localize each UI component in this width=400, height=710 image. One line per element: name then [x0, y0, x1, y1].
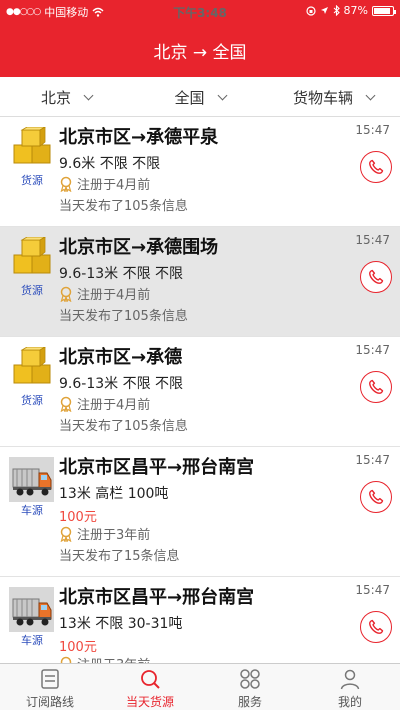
filter-bar: 北京 全国 货物车辆: [0, 77, 400, 117]
listing-row[interactable]: 货源 北京市区→承德 9.6-13米 不限 不限 注册于4月前 当天发布了105…: [0, 337, 400, 447]
truck-icon: [9, 587, 54, 632]
app-screen: ●●○○○ 中国移动 下午3:48 87% 北京 → 全国 北京 全国 货物车辆…: [0, 0, 400, 710]
route-list-icon: [38, 667, 62, 691]
listing-row[interactable]: 货源 北京市区→承德围场 9.6-13米 不限 不限 注册于4月前 当天发布了1…: [0, 227, 400, 337]
listing-registration: 注册于3年前: [59, 524, 150, 543]
listing-publish-count: 当天发布了105条信息: [59, 199, 188, 214]
registration-text: 注册于4月前: [77, 288, 151, 303]
chevron-down-icon: [83, 90, 94, 100]
listing-spec: 9.6-13米 不限 不限: [59, 376, 184, 392]
cargo-box-icon: [9, 126, 54, 172]
listing-time: 15:47: [355, 233, 390, 247]
listing-route: 北京市区→承德: [59, 347, 183, 368]
listing-spec: 9.6-13米 不限 不限: [59, 266, 184, 282]
listing-publish-count: 当天发布了105条信息: [59, 309, 188, 324]
listing-spec: 13米 不限 30-31吨: [59, 616, 183, 632]
listing-price: 100元: [59, 640, 97, 655]
registration-text: 注册于3年前: [77, 528, 151, 543]
listing-list[interactable]: 货源 北京市区→承德平泉 9.6米 不限 不限 注册于4月前 当天发布了105条…: [0, 117, 400, 663]
chevron-down-icon: [365, 90, 376, 100]
tab-services[interactable]: 服务: [200, 664, 300, 710]
ribbon-badge-icon: [60, 176, 72, 192]
cargo-box-icon: [9, 236, 54, 282]
listing-type-tag: 货源: [21, 394, 43, 407]
tab-subscribed-routes[interactable]: 订阅路线: [0, 664, 100, 710]
listing-publish-count: 当天发布了105条信息: [59, 419, 188, 434]
battery-percent: 87%: [343, 4, 368, 17]
user-icon: [338, 667, 362, 691]
listing-time: 15:47: [355, 123, 390, 137]
phone-icon: [369, 489, 384, 504]
cargo-box-icon: [9, 346, 54, 392]
call-button[interactable]: [360, 611, 392, 643]
tab-label: 订阅路线: [25, 695, 74, 709]
listing-registration: 注册于4月前: [59, 174, 150, 193]
call-button[interactable]: [360, 151, 392, 183]
listing-price: 100元: [59, 510, 97, 525]
call-button[interactable]: [360, 481, 392, 513]
listing-time: 15:47: [355, 343, 390, 357]
listing-type-tag: 货源: [21, 174, 43, 187]
listing-row[interactable]: 货源 北京市区→承德平泉 9.6米 不限 不限 注册于4月前 当天发布了105条…: [0, 117, 400, 227]
listing-route: 北京市区昌平→邢台南宫: [59, 587, 255, 608]
phone-icon: [369, 159, 384, 174]
page-title: 北京 → 全国: [153, 43, 247, 63]
service-grid-icon: [238, 667, 262, 691]
tab-bar: 订阅路线 当天货源 服务 我的: [0, 663, 400, 710]
registration-text: 注册于4月前: [77, 398, 151, 413]
search-icon: [138, 667, 162, 691]
listing-spec: 13米 高栏 100吨: [59, 486, 169, 502]
listing-spec: 9.6米 不限 不限: [59, 156, 161, 172]
listing-type-tag: 货源: [21, 284, 43, 297]
chevron-down-icon: [217, 90, 227, 100]
ribbon-badge-icon: [60, 526, 72, 542]
filter-type-label: 货物车辆: [292, 88, 353, 107]
truck-icon: [9, 457, 54, 502]
filter-destination-dropdown[interactable]: 全国: [133, 77, 267, 117]
listing-publish-count: 当天发布了15条信息: [59, 549, 180, 564]
filter-type-dropdown[interactable]: 货物车辆: [267, 77, 400, 117]
ribbon-badge-icon: [60, 396, 72, 412]
ribbon-badge-icon: [60, 286, 72, 302]
filter-origin-label: 北京: [40, 88, 71, 107]
tab-mine[interactable]: 我的: [300, 664, 400, 710]
listing-time: 15:47: [355, 453, 390, 467]
listing-time: 15:47: [355, 583, 390, 597]
call-button[interactable]: [360, 261, 392, 293]
registration-text: 注册于3年前: [77, 654, 150, 663]
listing-route: 北京市区→承德平泉: [59, 127, 219, 148]
bluetooth-icon: [333, 5, 340, 16]
listing-type-tag: 车源: [21, 504, 43, 517]
filter-destination-label: 全国: [174, 88, 205, 107]
tab-label: 当天货源: [125, 695, 174, 709]
phone-icon: [369, 379, 384, 394]
ribbon-badge-icon: [60, 656, 72, 663]
listing-registration: 注册于4月前: [59, 284, 150, 303]
call-button[interactable]: [360, 371, 392, 403]
listing-row[interactable]: 车源 北京市区昌平→邢台南宫 13米 高栏 100吨 100元 注册于3年前 当…: [0, 447, 400, 577]
tab-today-cargo[interactable]: 当天货源: [100, 664, 200, 710]
status-bar: ●●○○○ 中国移动 下午3:48 87%: [0, 0, 400, 22]
registration-text: 注册于4月前: [77, 178, 151, 193]
listing-route: 北京市区昌平→邢台南宫: [59, 457, 255, 478]
rotation-lock-icon: [305, 5, 316, 16]
tab-label: 我的: [337, 695, 362, 709]
battery-icon: [372, 5, 396, 16]
listing-route: 北京市区→承德围场: [59, 237, 219, 258]
nav-bar: 北京 → 全国: [0, 22, 400, 77]
listing-registration: 注册于4月前: [59, 394, 150, 413]
filter-origin-dropdown[interactable]: 北京: [0, 77, 133, 117]
listing-row[interactable]: 车源 北京市区昌平→邢台南宫 13米 不限 30-31吨 100元 注册于3年前…: [0, 577, 400, 663]
tab-label: 服务: [237, 695, 262, 709]
listing-type-tag: 车源: [21, 634, 43, 647]
location-arrow-icon: [320, 7, 328, 14]
phone-icon: [369, 269, 384, 284]
phone-icon: [369, 619, 384, 634]
listing-registration: 注册于3年前: [59, 654, 150, 663]
